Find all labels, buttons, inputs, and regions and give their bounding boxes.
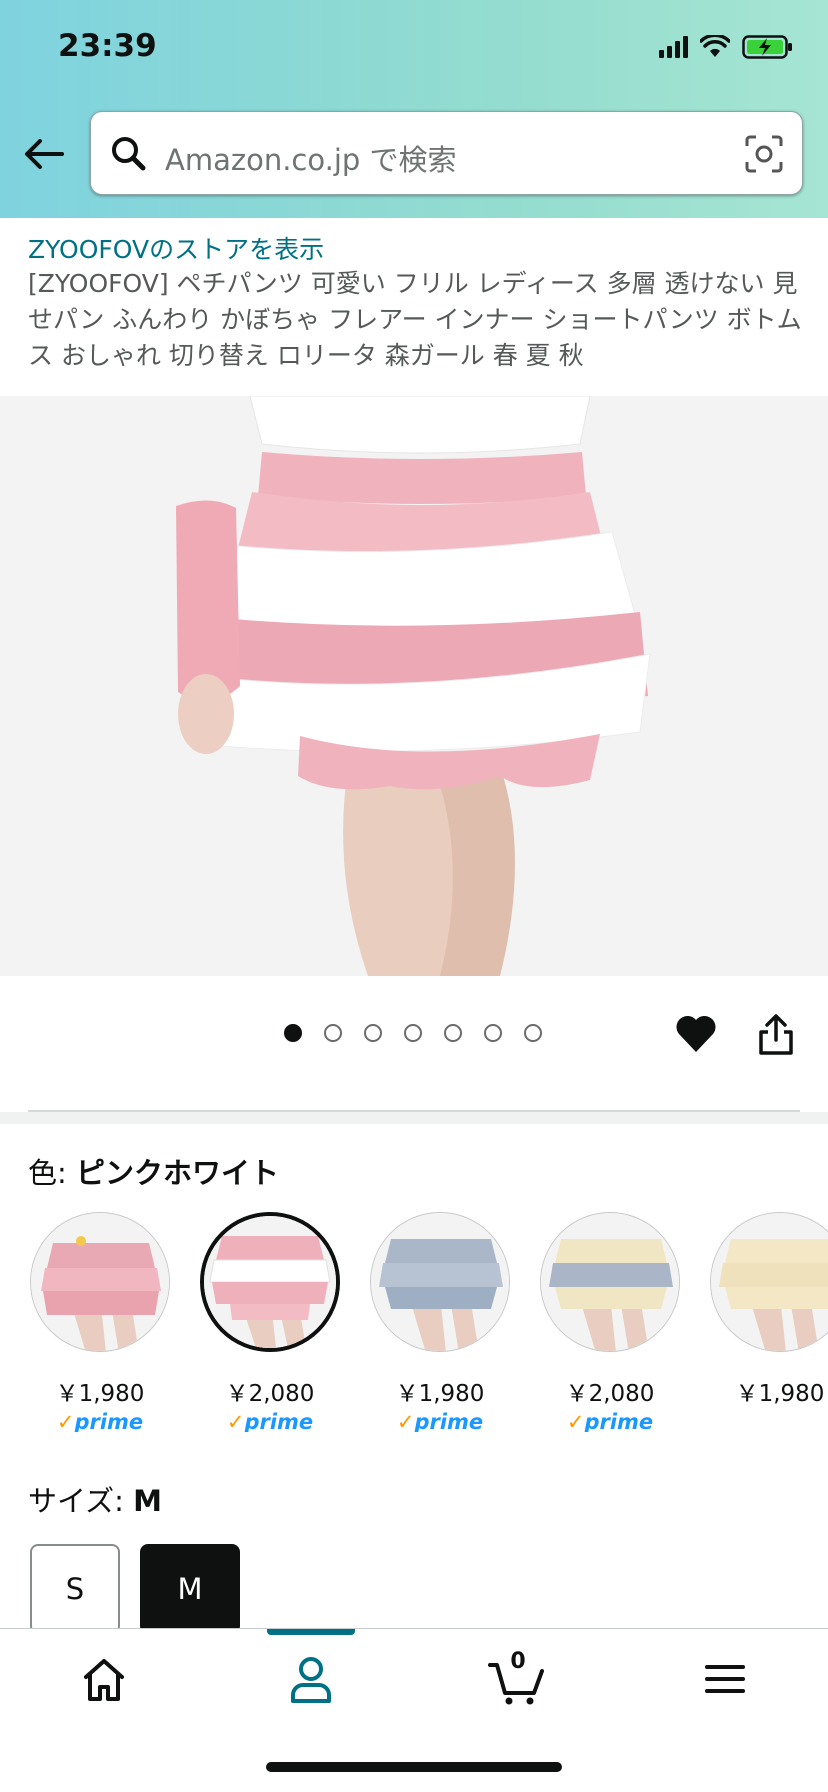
- swatch-price: ￥1,980: [395, 1381, 485, 1407]
- size-label: サイズ: M: [28, 1478, 162, 1520]
- status-time: 23:39: [58, 28, 157, 64]
- camera-search-icon[interactable]: [744, 134, 784, 174]
- back-arrow-icon[interactable]: [22, 132, 66, 176]
- status-icons: [659, 34, 794, 60]
- pagination-dot[interactable]: [524, 1024, 542, 1042]
- app-header: 23:39 Amazon.co.jp で検索: [0, 0, 828, 218]
- cart-count: 0: [510, 1649, 526, 1674]
- home-icon[interactable]: [74, 1649, 134, 1709]
- prime-badge: ✓prime: [566, 1410, 654, 1432]
- prime-text: prime: [244, 1410, 314, 1432]
- swatch-image: [200, 1212, 340, 1352]
- search-icon: [112, 137, 146, 171]
- account-icon[interactable]: [281, 1649, 341, 1709]
- size-selected: M: [133, 1484, 162, 1518]
- nav-active-indicator: [267, 1629, 355, 1635]
- prime-badge: ✓prime: [396, 1410, 484, 1432]
- heart-icon[interactable]: [674, 1012, 718, 1054]
- search-input[interactable]: Amazon.co.jp で検索: [90, 111, 803, 195]
- color-swatch[interactable]: ￥2,080 ✓prime: [540, 1212, 680, 1432]
- swatch-price: ￥2,080: [565, 1381, 655, 1407]
- store-link[interactable]: ZYOOFOVのストアを表示: [28, 230, 324, 266]
- pagination-dot[interactable]: [444, 1024, 462, 1042]
- swatch-price: ￥2,080: [225, 1381, 315, 1407]
- prime-text: prime: [74, 1410, 144, 1432]
- color-swatch[interactable]: ￥1,980: [710, 1212, 828, 1408]
- prime-badge: ✓prime: [226, 1410, 314, 1432]
- cellular-signal-icon: [659, 36, 688, 58]
- color-label-prefix: 色:: [28, 1156, 76, 1190]
- wifi-icon: [700, 35, 730, 57]
- search-row: Amazon.co.jp で検索: [0, 110, 828, 196]
- prime-text: prime: [584, 1410, 654, 1432]
- color-swatch[interactable]: ￥1,980 ✓prime: [30, 1212, 170, 1432]
- share-icon[interactable]: [756, 1012, 796, 1056]
- color-label: 色: ピンクホワイト: [28, 1150, 279, 1192]
- swatch-image: [540, 1212, 680, 1352]
- size-label-prefix: サイズ:: [28, 1484, 134, 1518]
- size-option-s[interactable]: S: [30, 1544, 120, 1634]
- color-selected: ピンクホワイト: [76, 1156, 280, 1190]
- color-swatches: ￥1,980 ✓prime ￥2,080 ✓prime ￥1,980 ✓prim…: [30, 1212, 828, 1432]
- pagination-dot[interactable]: [324, 1024, 342, 1042]
- product-title: [ZYOOFOV] ペチパンツ 可愛い フリル レディース 多層 透けない 見せ…: [28, 269, 802, 370]
- swatch-image: [710, 1212, 828, 1352]
- swatch-image: [370, 1212, 510, 1352]
- product-photo: [0, 396, 828, 976]
- pagination-dot[interactable]: [404, 1024, 422, 1042]
- pagination-dot[interactable]: [484, 1024, 502, 1042]
- swatch-price: ￥1,980: [55, 1381, 145, 1407]
- product-image[interactable]: [0, 396, 828, 976]
- prime-badge: ✓prime: [56, 1410, 144, 1432]
- home-indicator: [266, 1762, 562, 1772]
- prime-text: prime: [414, 1410, 484, 1432]
- cart-button[interactable]: 0: [488, 1649, 548, 1709]
- swatch-price: ￥1,980: [735, 1381, 825, 1407]
- size-option-m[interactable]: M: [140, 1544, 240, 1634]
- search-placeholder: Amazon.co.jp で検索: [165, 143, 457, 177]
- battery-charging-icon: [742, 35, 792, 59]
- section-band: [0, 1112, 828, 1124]
- color-swatch[interactable]: ￥1,980 ✓prime: [370, 1212, 510, 1432]
- pagination-dot[interactable]: [284, 1024, 302, 1042]
- swatch-image: [30, 1212, 170, 1352]
- pagination-dot[interactable]: [364, 1024, 382, 1042]
- image-pagination: [284, 1024, 542, 1042]
- color-swatch-selected[interactable]: ￥2,080 ✓prime: [200, 1212, 340, 1432]
- menu-icon[interactable]: [695, 1649, 755, 1709]
